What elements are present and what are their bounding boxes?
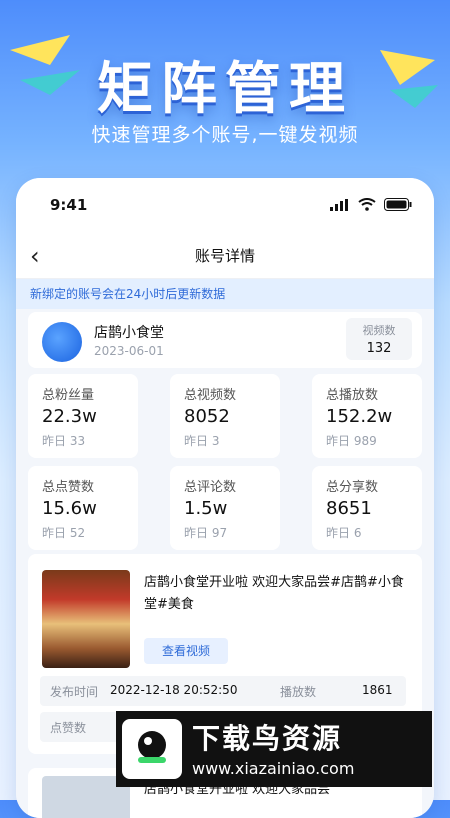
page-title: 账号详情 bbox=[194, 247, 255, 265]
bird-logo-icon bbox=[122, 719, 182, 779]
stat-card: 总点赞数 15.6w 昨日 52 bbox=[28, 466, 138, 550]
stat-label: 总视频数 bbox=[184, 388, 237, 403]
stat-card: 总粉丝量 22.3w 昨日 33 bbox=[28, 374, 138, 458]
stat-yesterday: 昨日 6 bbox=[326, 526, 362, 540]
stat-label: 总分享数 bbox=[326, 480, 379, 495]
hero-title: 矩阵管理 bbox=[97, 57, 353, 122]
watermark-url: www.xiazainiao.com bbox=[192, 759, 355, 778]
video-count-value: 132 bbox=[366, 341, 392, 356]
account-card[interactable]: 店鹊小食堂 2023-06-01 视频数 132 bbox=[28, 312, 422, 368]
stat-label: 总粉丝量 bbox=[42, 388, 95, 403]
account-name: 店鹊小食堂 bbox=[94, 325, 164, 341]
stat-yesterday: 昨日 3 bbox=[184, 434, 220, 448]
nav-bar: ‹ 账号详情 bbox=[16, 234, 434, 279]
watermark-brand: 下载鸟资源 bbox=[192, 722, 343, 755]
wifi-icon bbox=[358, 198, 376, 211]
stat-yesterday: 昨日 52 bbox=[42, 526, 86, 540]
video-description: 店鹊小食堂开业啦 欢迎大家品尝#店鹊#小食堂#美食 bbox=[144, 575, 404, 612]
watermark: 下载鸟资源 www.xiazainiao.com bbox=[116, 711, 432, 787]
video-count-box: 视频数 132 bbox=[346, 318, 412, 360]
notice-banner: 新绑定的账号会在24小时后更新数据 bbox=[16, 279, 434, 309]
status-time: 9:41 bbox=[50, 196, 88, 214]
stat-value: 1.5w bbox=[184, 498, 228, 519]
likes-label: 点赞数 bbox=[50, 721, 87, 735]
signal-icon bbox=[330, 198, 348, 211]
stat-value: 15.6w bbox=[42, 498, 97, 519]
stat-card: 总评论数 1.5w 昨日 97 bbox=[170, 466, 280, 550]
account-date: 2023-06-01 bbox=[94, 344, 164, 358]
battery-icon bbox=[384, 198, 412, 211]
stat-yesterday: 昨日 33 bbox=[42, 434, 86, 448]
plays-label: 播放数 bbox=[280, 685, 317, 699]
video-count-label: 视频数 bbox=[362, 324, 396, 337]
avatar bbox=[42, 322, 82, 362]
stat-label: 总点赞数 bbox=[42, 480, 95, 495]
publish-time-label: 发布时间 bbox=[50, 685, 99, 699]
stat-card: 总分享数 8651 昨日 6 bbox=[312, 466, 422, 550]
hero-subtitle: 快速管理多个账号,一键发视频 bbox=[91, 124, 359, 146]
stat-card: 总播放数 152.2w 昨日 989 bbox=[312, 374, 422, 458]
stat-value: 22.3w bbox=[42, 406, 97, 427]
stat-yesterday: 昨日 97 bbox=[184, 526, 228, 540]
stat-yesterday: 昨日 989 bbox=[326, 434, 377, 448]
stat-value: 8052 bbox=[184, 406, 230, 427]
publish-time-value: 2022-12-18 20:52:50 bbox=[110, 683, 238, 697]
status-bar: 9:41 bbox=[16, 178, 434, 234]
stat-label: 总播放数 bbox=[326, 388, 379, 403]
stat-card: 总视频数 8052 昨日 3 bbox=[170, 374, 280, 458]
video-thumbnail[interactable] bbox=[42, 570, 130, 668]
view-video-button[interactable]: 查看视频 bbox=[144, 638, 228, 664]
stat-value: 8651 bbox=[326, 498, 372, 519]
video-meta-row: 发布时间 2022-12-18 20:52:50 播放数 1861 bbox=[40, 676, 406, 706]
stat-label: 总评论数 bbox=[184, 480, 237, 495]
stat-value: 152.2w bbox=[326, 406, 393, 427]
plays-value: 1861 bbox=[362, 683, 393, 697]
